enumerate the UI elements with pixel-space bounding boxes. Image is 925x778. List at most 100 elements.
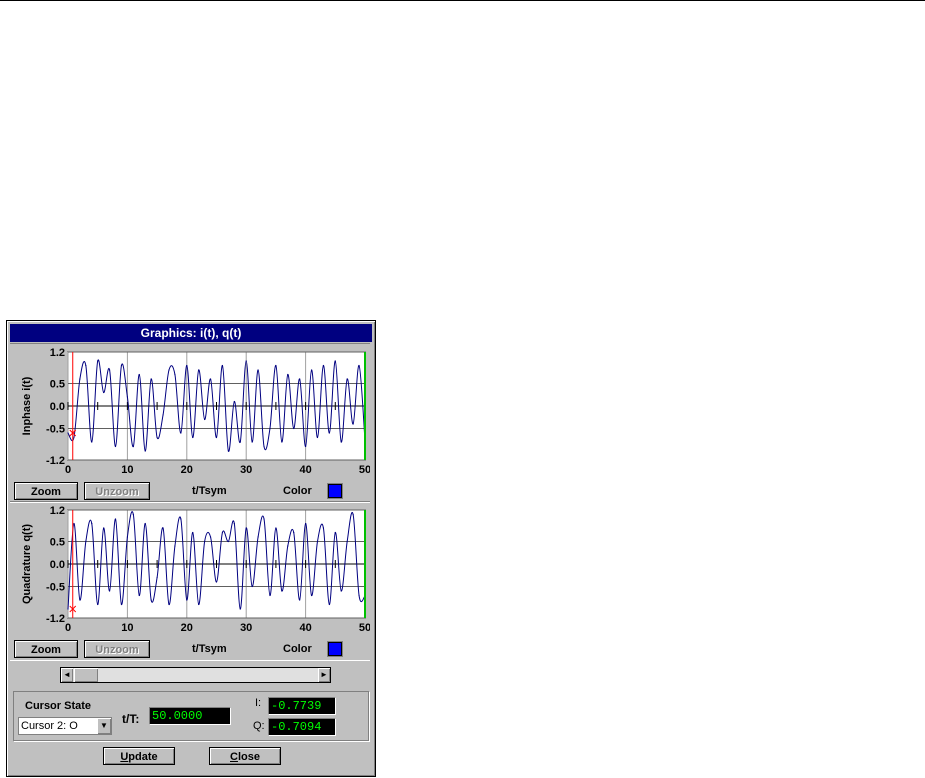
quadrature-data-point: [85, 540, 87, 543]
inphase-data-point: [120, 364, 123, 367]
inphase-data-point: [251, 441, 253, 443]
quadrature-data-point: [352, 513, 354, 516]
quadrature-data-point: [221, 531, 224, 534]
inphase-data-point: [114, 445, 117, 448]
quadrature-data-point: [138, 594, 140, 597]
quadrature-data-point: [97, 603, 99, 606]
quadrature-data-point: [156, 576, 158, 579]
inphase-data-point: [162, 414, 164, 416]
inphase-data-point: [316, 436, 319, 439]
quadrature-data-point: [346, 540, 348, 543]
inphase-data-point: [79, 378, 81, 380]
quadrature-data-point: [204, 540, 206, 543]
inphase-data-point: [257, 369, 259, 371]
inphase-data-point: [67, 432, 69, 434]
inphase-data-point: [144, 450, 146, 452]
quadrature-data-point: [245, 527, 247, 529]
inphase-data-point: [239, 441, 241, 443]
quadrature-data-point: [198, 603, 200, 606]
quadrature-data-point: [334, 531, 336, 534]
inphase-data-point: [281, 441, 283, 443]
inphase-color-swatch[interactable]: [328, 484, 342, 498]
t-value-readout: 50.0000: [149, 707, 231, 725]
unzoom-button-quadrature[interactable]: Unzoom: [84, 640, 150, 658]
inphase-xtick-label: 0: [65, 464, 71, 476]
cursor-select[interactable]: Cursor 2: O ▼: [18, 717, 112, 735]
quadrature-data-point: [251, 585, 253, 588]
quadrature-data-point: [168, 603, 170, 606]
close-button[interactable]: Close: [209, 747, 281, 765]
quadrature-data-point: [269, 594, 271, 597]
quadrature-color-label: Color: [283, 643, 312, 655]
unzoom-button-inphase[interactable]: Unzoom: [84, 482, 150, 500]
update-button[interactable]: Update: [103, 747, 175, 765]
inphase-data-point: [97, 360, 99, 362]
i-label: I:: [255, 697, 262, 709]
inphase-data-point: [138, 373, 140, 376]
cursor-select-value: Cursor 2: O: [21, 720, 78, 732]
inphase-panel: 1.2 0.5 0.0 -0.5 -1.2 0 10 20 30 40 50 Inphase i(t)…: [10, 343, 370, 503]
quadrature-data-point: [215, 581, 218, 583]
quadrature-data-point: [120, 603, 123, 606]
inphase-ytick-label: 1.2: [50, 347, 65, 359]
inphase-data-point: [269, 427, 271, 430]
inphase-data-point: [198, 369, 200, 371]
inphase-data-point: [334, 360, 336, 362]
inphase-data-point: [310, 369, 313, 371]
inphase-xtick-label: 20: [181, 464, 193, 476]
inphase-data-point: [322, 364, 325, 367]
top-border-line: [0, 0, 925, 1]
inphase-data-point: [328, 432, 330, 434]
quadrature-ytick-label: 0.5: [50, 537, 65, 549]
inphase-data-point: [180, 432, 182, 434]
quadrature-data-point: [310, 594, 313, 597]
quadrature-data-point: [209, 536, 212, 538]
inphase-data-point: [150, 378, 152, 380]
quadrature-data-point: [79, 599, 81, 601]
inphase-data-point: [91, 441, 93, 443]
quadrature-data-point: [114, 518, 117, 520]
quadrature-data-point: [150, 599, 152, 601]
inphase-data-point: [293, 427, 295, 430]
inphase-data-point: [358, 364, 360, 367]
scroll-thumb[interactable]: [74, 668, 98, 682]
time-scrollbar[interactable]: ◄ ►: [60, 667, 331, 683]
zoom-button-inphase[interactable]: Zoom: [14, 482, 78, 500]
inphase-plot: 1.2 0.5 0.0 -0.5 -1.20 10 20 30 40 50 Inphase i(t): [21, 347, 370, 476]
quadrature-xtick-label: 40: [299, 622, 311, 634]
quadrature-color-swatch[interactable]: [328, 642, 342, 656]
scroll-right-arrow-icon[interactable]: ►: [318, 668, 330, 682]
quadrature-data-point: [73, 522, 75, 525]
quadrature-xtick-label: 30: [240, 622, 252, 634]
chevron-down-icon[interactable]: ▼: [97, 718, 111, 734]
quadrature-data-point: [162, 527, 164, 529]
inphase-xtick-label: 30: [240, 464, 252, 476]
inphase-xtick-label: 50: [359, 464, 370, 476]
quadrature-data-point: [227, 540, 229, 543]
quadrature-data-point: [328, 603, 330, 606]
quadrature-data-point: [305, 522, 307, 525]
quadrature-data-point: [322, 527, 325, 529]
zoom-button-quadrature[interactable]: Zoom: [14, 640, 78, 658]
t-label: t/T:: [122, 712, 140, 726]
cursor-state-label: Cursor State: [25, 700, 92, 712]
inphase-data-point: [156, 436, 158, 439]
inphase-data-point: [73, 436, 75, 439]
inphase-data-point: [245, 360, 247, 362]
quadrature-panel: 1.2 0.5 0.0 -0.5 -1.2 0 10 20 30 40 50 Quadrature q…: [10, 501, 370, 661]
scroll-left-arrow-icon[interactable]: ◄: [61, 668, 73, 682]
quadrature-data-point: [299, 599, 301, 601]
inphase-data-point: [263, 445, 265, 448]
inphase-data-point: [85, 364, 87, 367]
quadrature-data-point: [91, 522, 93, 525]
inphase-data-point: [233, 400, 235, 403]
quadrature-data-point: [180, 518, 182, 520]
inphase-ylabel: Inphase i(t): [21, 376, 33, 435]
inphase-data-point: [215, 436, 218, 439]
inphase-ytick-label: 0.5: [50, 379, 65, 391]
quadrature-data-point: [103, 527, 105, 529]
graphics-window: Graphics: i(t), q(t) 1.2 0.5 0.0 -0.5 -1.2 0 1…: [6, 320, 376, 777]
quadrature-data-point: [233, 522, 235, 525]
inphase-data-point: [340, 441, 342, 443]
quadrature-data-point: [287, 545, 289, 547]
